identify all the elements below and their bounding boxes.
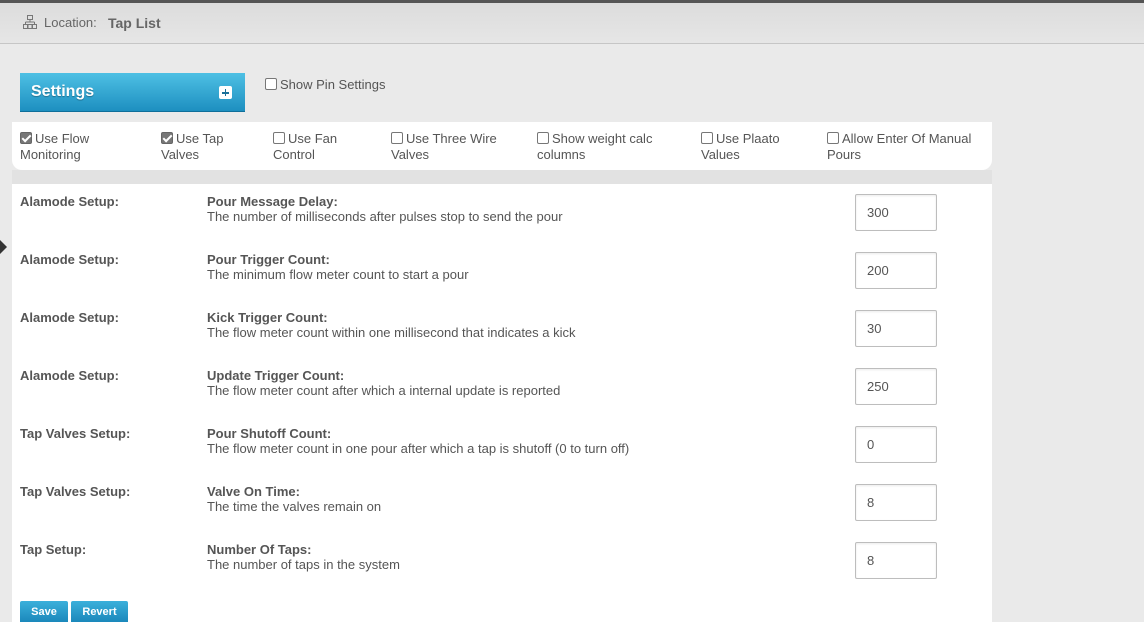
option-label-line2: Monitoring xyxy=(20,147,81,162)
setting-description: The flow meter count within one millisec… xyxy=(207,325,576,340)
option-label-line2: Pours xyxy=(827,147,861,162)
option-label-line2: columns xyxy=(537,147,586,162)
option-label: Use Plaato xyxy=(716,131,780,146)
setting-name: Pour Trigger Count: xyxy=(207,252,330,267)
show-pin-settings-label: Show Pin Settings xyxy=(280,77,386,92)
save-button[interactable]: Save xyxy=(20,601,68,622)
separator-strip xyxy=(12,170,992,184)
option-label-line2: Valves xyxy=(391,147,430,162)
setting-section: Alamode Setup: xyxy=(20,194,119,209)
show-pin-settings-checkbox[interactable]: Show Pin Settings xyxy=(265,77,386,92)
option-label-line2: Values xyxy=(701,147,740,162)
setting-section: Tap Setup: xyxy=(20,542,87,557)
table-row: Alamode Setup: Pour Message Delay: The n… xyxy=(12,184,992,242)
setting-description: The time the valves remain on xyxy=(207,499,382,514)
option-show-weight-calc-columns[interactable]: Show weight calc columns xyxy=(537,131,652,163)
valve-on-time-input[interactable] xyxy=(855,484,937,521)
table-row: Tap Setup: Number Of Taps: The number of… xyxy=(12,532,992,590)
settings-table: Alamode Setup: Pour Message Delay: The n… xyxy=(12,184,992,622)
revert-button[interactable]: Revert xyxy=(71,601,128,622)
setting-description: The flow meter count in one pour after w… xyxy=(207,441,630,456)
setting-description: The number of taps in the system xyxy=(207,557,400,572)
option-label-line2: Valves xyxy=(161,147,200,162)
caret-right-icon xyxy=(0,240,7,254)
option-label: Show weight calc xyxy=(552,131,653,146)
plus-icon[interactable] xyxy=(219,86,232,99)
option-label-line2: Control xyxy=(273,147,315,162)
setting-description: The flow meter count after which a inter… xyxy=(207,383,561,398)
option-label: Use Tap xyxy=(176,131,224,146)
checkbox-icon[interactable] xyxy=(20,132,32,144)
checkbox-icon[interactable] xyxy=(161,132,173,144)
setting-name: Number Of Taps: xyxy=(207,542,312,557)
kick-trigger-count-input[interactable] xyxy=(855,310,937,347)
setting-section: Tap Valves Setup: xyxy=(20,484,131,499)
update-trigger-count-input[interactable] xyxy=(855,368,937,405)
setting-name: Kick Trigger Count: xyxy=(207,310,328,325)
option-allow-manual-pours[interactable]: Allow Enter Of Manual Pours xyxy=(827,131,971,163)
setting-section: Alamode Setup: xyxy=(20,368,119,383)
setting-section: Alamode Setup: xyxy=(20,252,119,267)
option-label: Use Fan xyxy=(288,131,338,146)
checkbox-icon[interactable] xyxy=(827,132,839,144)
option-use-plaato-values[interactable]: Use Plaato Values xyxy=(701,131,780,163)
pour-message-delay-input[interactable] xyxy=(855,194,937,231)
location-value: Tap List xyxy=(108,15,161,31)
setting-description: The minimum flow meter count to start a … xyxy=(207,267,469,282)
setting-name: Pour Shutoff Count: xyxy=(207,426,332,441)
option-use-fan-control[interactable]: Use Fan Control xyxy=(273,131,337,163)
setting-section: Alamode Setup: xyxy=(20,310,119,325)
option-use-tap-valves[interactable]: Use Tap Valves xyxy=(161,131,223,163)
number-of-taps-input[interactable] xyxy=(855,542,937,579)
checkbox-icon[interactable] xyxy=(265,78,277,90)
checkbox-icon[interactable] xyxy=(537,132,549,144)
settings-panel-toggle[interactable]: Settings xyxy=(20,73,245,112)
settings-title: Settings xyxy=(31,83,95,100)
checkbox-icon[interactable] xyxy=(391,132,403,144)
setting-name: Valve On Time: xyxy=(207,484,300,499)
pour-trigger-count-input[interactable] xyxy=(855,252,937,289)
checkbox-icon[interactable] xyxy=(273,132,285,144)
location-label: Location: xyxy=(44,15,97,30)
option-label: Allow Enter Of Manual xyxy=(842,131,972,146)
table-row: Alamode Setup: Kick Trigger Count: The f… xyxy=(12,300,992,358)
setting-section: Tap Valves Setup: xyxy=(20,426,131,441)
location-header: Location: Tap List xyxy=(0,3,1144,44)
sitemap-icon xyxy=(23,15,37,29)
table-row: Tap Valves Setup: Pour Shutoff Count: Th… xyxy=(12,416,992,474)
option-use-three-wire-valves[interactable]: Use Three Wire Valves xyxy=(391,131,497,163)
pour-shutoff-count-input[interactable] xyxy=(855,426,937,463)
checkbox-icon[interactable] xyxy=(701,132,713,144)
option-label: Use Three Wire xyxy=(406,131,497,146)
option-label: Use Flow xyxy=(35,131,90,146)
table-row: Alamode Setup: Pour Trigger Count: The m… xyxy=(12,242,992,300)
table-row: Alamode Setup: Update Trigger Count: The… xyxy=(12,358,992,416)
setting-description: The number of milliseconds after pulses … xyxy=(207,209,563,224)
setting-name: Pour Message Delay: xyxy=(207,194,338,209)
setting-name: Update Trigger Count: xyxy=(207,368,345,383)
table-row: Tap Valves Setup: Valve On Time: The tim… xyxy=(12,474,992,532)
option-use-flow-monitoring[interactable]: Use Flow Monitoring xyxy=(20,131,89,163)
feature-options-bar: Use Flow Monitoring Use Tap Valves Use F… xyxy=(12,122,992,170)
